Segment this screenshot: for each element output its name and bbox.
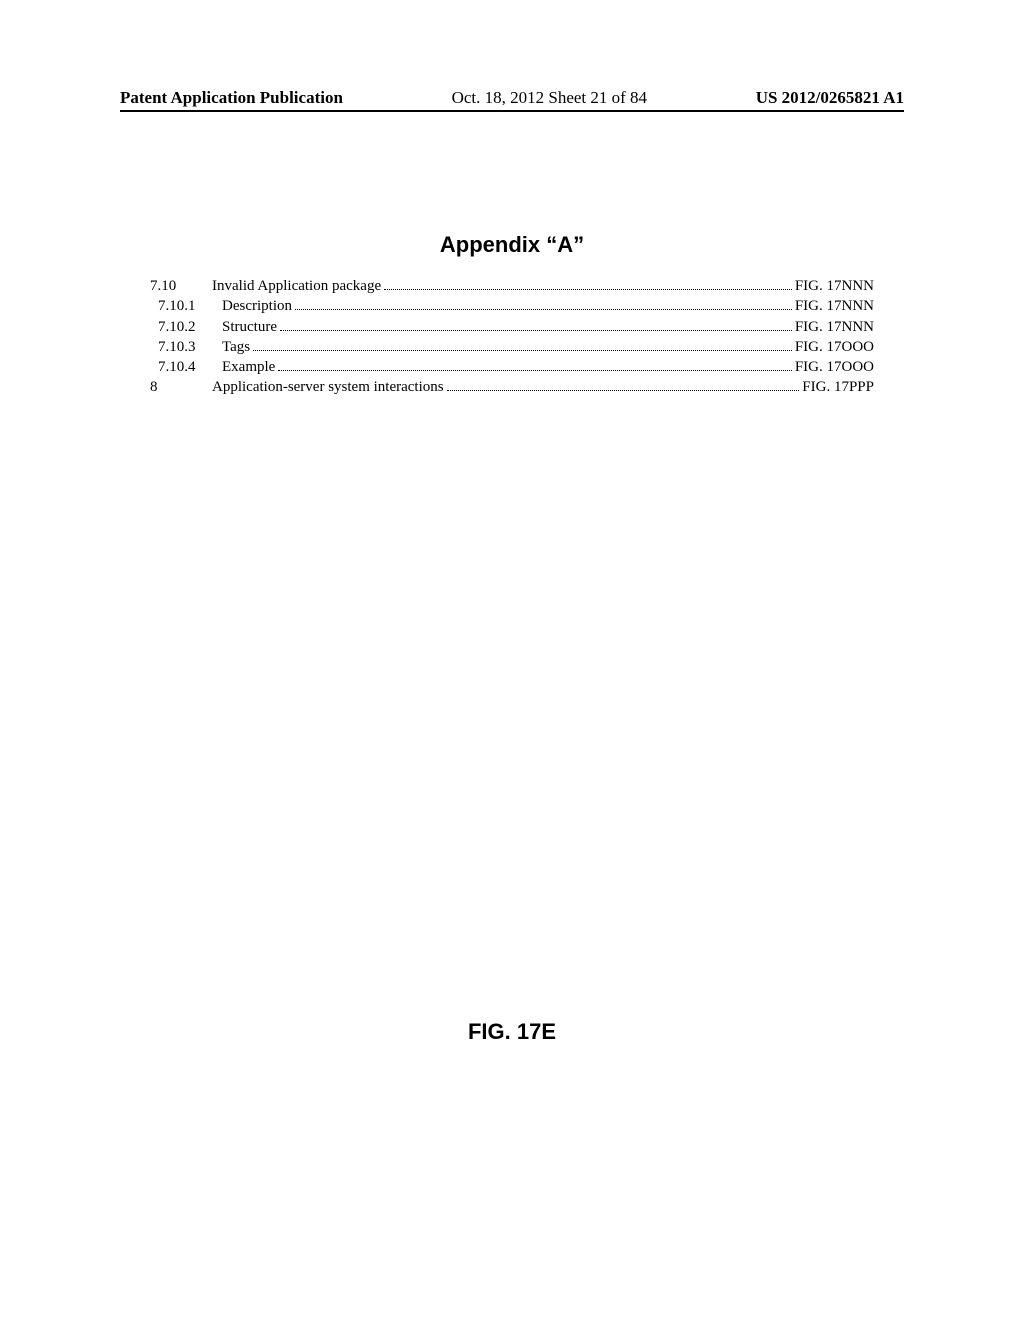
toc-leader-dots bbox=[295, 309, 792, 310]
header-date-sheet: Oct. 18, 2012 Sheet 21 of 84 bbox=[452, 88, 647, 108]
toc-number: 7.10.1 bbox=[150, 296, 222, 316]
toc-number: 7.10.4 bbox=[150, 357, 222, 377]
toc-figure-ref: FIG. 17NNN bbox=[795, 276, 874, 296]
toc-row: 7.10.1 Description FIG. 17NNN bbox=[150, 296, 874, 316]
toc-row: 8 Application-server system interactions… bbox=[150, 377, 874, 397]
toc-number: 7.10.2 bbox=[150, 317, 222, 337]
page-header: Patent Application Publication Oct. 18, … bbox=[120, 88, 904, 112]
toc-figure-ref: FIG. 17NNN bbox=[795, 317, 874, 337]
toc-label: Tags bbox=[222, 337, 250, 357]
toc-row: 7.10.2 Structure FIG. 17NNN bbox=[150, 317, 874, 337]
toc-number: 7.10.3 bbox=[150, 337, 222, 357]
toc-number: 8 bbox=[150, 377, 212, 397]
figure-label: FIG. 17E bbox=[0, 1019, 1024, 1045]
header-publication-type: Patent Application Publication bbox=[120, 88, 343, 108]
toc-label: Structure bbox=[222, 317, 277, 337]
toc-number: 7.10 bbox=[150, 276, 212, 296]
toc-label: Description bbox=[222, 296, 292, 316]
table-of-contents: 7.10 Invalid Application package FIG. 17… bbox=[120, 276, 904, 398]
toc-figure-ref: FIG. 17PPP bbox=[802, 377, 874, 397]
appendix-title: Appendix “A” bbox=[120, 232, 904, 258]
toc-figure-ref: FIG. 17OOO bbox=[795, 337, 874, 357]
toc-row: 7.10 Invalid Application package FIG. 17… bbox=[150, 276, 874, 296]
toc-figure-ref: FIG. 17OOO bbox=[795, 357, 874, 377]
toc-leader-dots bbox=[278, 370, 792, 371]
toc-figure-ref: FIG. 17NNN bbox=[795, 296, 874, 316]
toc-leader-dots bbox=[447, 390, 800, 391]
toc-row: 7.10.4 Example FIG. 17OOO bbox=[150, 357, 874, 377]
toc-label: Application-server system interactions bbox=[212, 377, 444, 397]
toc-leader-dots bbox=[384, 289, 792, 290]
header-publication-number: US 2012/0265821 A1 bbox=[756, 88, 904, 108]
page-container: Patent Application Publication Oct. 18, … bbox=[0, 0, 1024, 398]
toc-leader-dots bbox=[280, 330, 792, 331]
toc-label: Example bbox=[222, 357, 275, 377]
toc-label: Invalid Application package bbox=[212, 276, 381, 296]
toc-leader-dots bbox=[253, 350, 792, 351]
toc-row: 7.10.3 Tags FIG. 17OOO bbox=[150, 337, 874, 357]
